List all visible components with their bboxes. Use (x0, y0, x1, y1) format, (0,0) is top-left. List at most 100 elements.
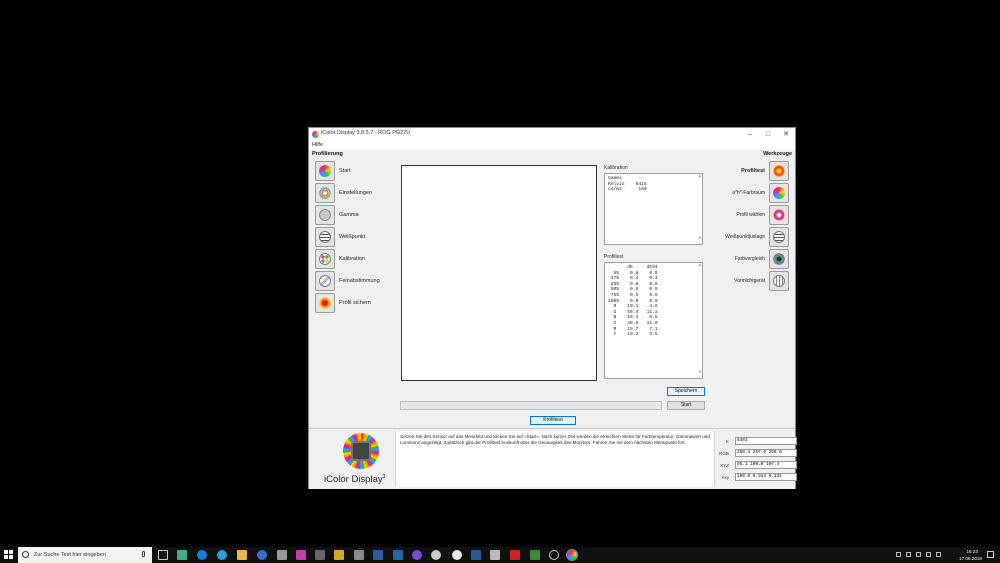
volume-icon[interactable] (926, 552, 931, 557)
tool-weisspunktjustage[interactable]: Weißpunktjustage (709, 227, 789, 247)
scroll-down-icon[interactable]: ▼ (699, 371, 701, 377)
title-bar[interactable]: iColor Display 3.8.5.7 - ROG PG27U – □ ✕ (309, 128, 795, 141)
nav-feinabstimmung[interactable]: Feinabstimmung (315, 271, 395, 291)
task-view-icon[interactable] (158, 550, 168, 560)
bottom-panel: iColor Display3 Setzen Sie den Sensor au… (309, 428, 797, 489)
nav-kalibration-label: Kalibration (339, 256, 365, 262)
lightroom-icon[interactable] (373, 550, 383, 560)
measurement-value: 6403 (735, 437, 797, 445)
app-icon (312, 131, 319, 138)
file-explorer-icon[interactable] (237, 550, 247, 560)
app-icon[interactable] (277, 550, 287, 560)
app-icon[interactable] (530, 550, 540, 560)
profilierung-heading: Profilierung (312, 151, 343, 157)
acrobat-icon[interactable] (510, 550, 520, 560)
app-icon[interactable] (315, 550, 325, 560)
app-icon[interactable] (490, 550, 500, 560)
network-icon[interactable] (896, 552, 901, 557)
scroll-down-icon[interactable]: ▼ (699, 237, 701, 243)
search-placeholder: Zur Suche Text hier eingeben (34, 552, 106, 558)
measurement-row-yxy: Yxy 100.0 0.314 0.331 (717, 473, 797, 482)
measurement-value: 95.1 100.0 107.4 (735, 461, 797, 469)
logo-text-sup: 3 (382, 474, 386, 480)
tray-app-icon[interactable] (916, 552, 921, 557)
icolor-display-taskbar-icon[interactable] (566, 549, 578, 561)
minimize-button[interactable]: – (743, 129, 757, 140)
menu-help[interactable]: Hilfe (312, 142, 323, 148)
logo-text-main: iColor Display (324, 474, 383, 486)
nav-weisspunkt[interactable]: Weißpunkt (315, 227, 395, 247)
taskbar: Zur Suche Text hier eingeben 16:23 17.08… (0, 547, 1000, 563)
tool-vormichtgeraet[interactable]: Vormichtgerät (709, 271, 789, 291)
notification-icon[interactable] (987, 551, 994, 558)
profiltest-label: Profiltest (604, 254, 624, 260)
microphone-icon[interactable] (142, 551, 145, 557)
maximize-button[interactable]: □ (761, 129, 775, 140)
nav-einstellungen[interactable]: Einstellungen (315, 183, 395, 203)
nav-start[interactable]: Start (315, 161, 395, 181)
window-title: iColor Display 3.8.5.7 - ROG PG27U (321, 130, 411, 136)
measurement-key: XYZ (720, 463, 729, 468)
nav-profil-sichern-label: Profil sichern (339, 300, 371, 306)
chevron-up-icon[interactable] (906, 552, 911, 557)
select-profile-icon (769, 205, 789, 225)
logo-text: iColor Display3 (324, 474, 385, 485)
clock-time[interactable]: 16:23 (967, 549, 979, 554)
onenote-icon[interactable] (296, 550, 306, 560)
tool-vormichtgeraet-label: Vormichtgerät (734, 278, 765, 284)
app-icon[interactable] (257, 550, 267, 560)
app-icon[interactable] (334, 550, 344, 560)
word-icon[interactable] (471, 550, 481, 560)
tool-farbvergleich[interactable]: Farbvergleich (709, 249, 789, 269)
profiltest-row: Y 10.3 3.5 (608, 332, 658, 338)
calibration-row: cd/m2 160 (608, 187, 647, 193)
profiltest-button[interactable]: Profiltest (530, 416, 576, 425)
tool-profil-waehlen-label: Profil wählen (736, 212, 765, 218)
instruction-text: Setzen Sie den Sensor auf das Messfeld u… (395, 431, 715, 487)
edge-icon[interactable] (197, 550, 207, 560)
color-compare-icon (769, 249, 789, 269)
clock-date[interactable]: 17.08.2018 (959, 556, 982, 561)
nav-gamma[interactable]: Gamma (315, 205, 395, 225)
measurement-row-k: K 6403 (717, 437, 797, 446)
scroll-up-icon[interactable]: ▲ (699, 175, 701, 181)
nav-weisspunkt-label: Weißpunkt (339, 234, 366, 240)
chrome-icon[interactable] (452, 550, 462, 560)
nav-kalibration[interactable]: Kalibration (315, 249, 395, 269)
settings-icon[interactable] (549, 550, 559, 560)
tool-profil-waehlen[interactable]: Profil wählen (709, 205, 789, 225)
app-window: iColor Display 3.8.5.7 - ROG PG27U – □ ✕… (308, 127, 797, 489)
taskbar-search[interactable]: Zur Suche Text hier eingeben (18, 547, 152, 563)
fine-tune-icon (315, 271, 335, 291)
internet-explorer-icon[interactable] (217, 550, 227, 560)
nav-start-label: Start (339, 168, 351, 174)
windows-start-button[interactable] (4, 550, 14, 560)
whitepoint-list-icon (315, 227, 335, 247)
tool-farbvergleich-label: Farbvergleich (734, 256, 765, 262)
app-icon[interactable] (177, 550, 187, 560)
tool-weisspunktjustage-label: Weißpunktjustage (725, 234, 765, 240)
measurement-value: 250.4 257.0 256.0 (735, 449, 797, 457)
profile-test-icon (769, 161, 789, 181)
app-logo: iColor Display3 (319, 433, 393, 487)
nav-profil-sichern[interactable]: Profil sichern (315, 293, 395, 313)
system-tray: 16:23 17.08.2018 (896, 547, 996, 563)
scroll-up-icon[interactable]: ▲ (699, 264, 701, 270)
app-icon[interactable] (412, 550, 422, 560)
device-icon (769, 271, 789, 291)
profiltest-box: dE dE94 5% 0.8 0.8 17% 0.4 0.4 26% 0.6 0… (604, 262, 703, 379)
app-icon[interactable] (354, 550, 364, 560)
photoshop-icon[interactable] (393, 550, 403, 560)
save-button[interactable]: Speichern (667, 387, 705, 396)
close-button[interactable]: ✕ (779, 129, 793, 140)
app-icon[interactable] (431, 550, 441, 560)
logo-mark-icon (343, 433, 379, 469)
tool-profiltest[interactable]: Profiltest (709, 161, 789, 181)
tool-profiltest-label: Profiltest (741, 168, 765, 174)
language-icon[interactable] (936, 552, 941, 557)
color-wheel-icon (315, 161, 335, 181)
start-button[interactable]: Start (667, 401, 705, 410)
nav-einstellungen-label: Einstellungen (339, 190, 373, 196)
tool-ab-farbraum[interactable]: a*b*-Farbraum (709, 183, 789, 203)
calibration-dots-icon (315, 249, 335, 269)
